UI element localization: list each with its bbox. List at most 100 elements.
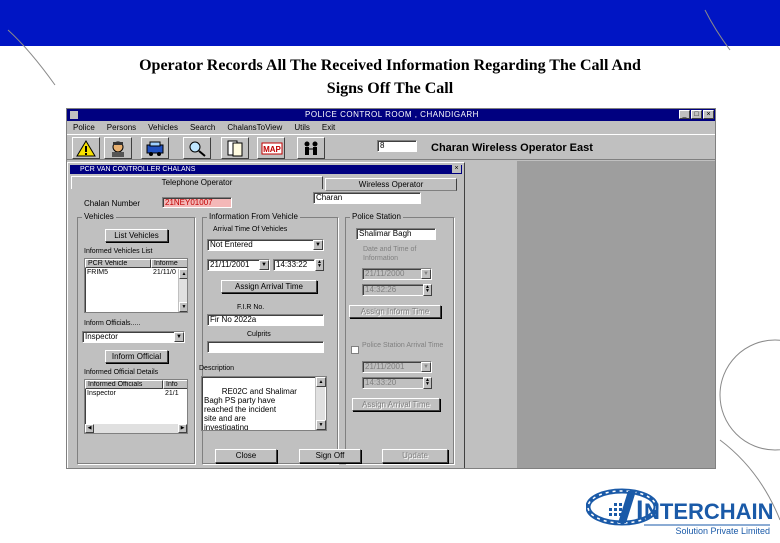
chevron-down-icon[interactable]: ▼ <box>421 362 431 372</box>
slide-title-line-2: Signs Off The Call <box>326 80 454 97</box>
culprits-label: Culprits <box>247 331 271 338</box>
scroll-right-icon[interactable]: ▶ <box>178 424 187 433</box>
arrival-time-label: Arrival Time Of Vehicles <box>213 226 288 233</box>
toolbar-search-button[interactable] <box>183 137 211 159</box>
inform-date-field[interactable]: 21/11/2000 ▼ <box>362 268 432 280</box>
form-title-bar: PCR VAN CONTROLLER CHALANS × <box>70 165 462 174</box>
logo-initial: I <box>636 495 644 525</box>
vehicles-group: Vehicles List Vehicles Informed Vehicles… <box>77 212 195 464</box>
toolbar-people-button[interactable] <box>297 137 325 159</box>
arrival-time-spinner[interactable]: ▲ ▼ <box>315 259 324 271</box>
description-textarea[interactable]: RE02C and Shalimar Bagh PS party have re… <box>201 376 327 431</box>
table-header-info[interactable]: Info <box>163 380 187 389</box>
official-select[interactable]: Inspector ▼ <box>82 331 185 343</box>
arrival-time-select-value: Not Entered <box>210 240 253 249</box>
window-title-bar: POLICE CONTROL ROOM , CHANDIGARH _ □ × <box>67 109 715 121</box>
officials-table-scrollbar[interactable]: ◀ ▶ <box>85 424 187 433</box>
slide-title: Operator Records All The Received Inform… <box>0 54 780 100</box>
police-station-field[interactable]: Shalimar Bagh <box>356 228 436 240</box>
table-header-informed[interactable]: Informe <box>151 259 187 268</box>
chalan-form-window: PCR VAN CONTROLLER CHALANS × Telephone O… <box>67 162 465 468</box>
update-button[interactable]: Update <box>382 449 448 463</box>
ps-arrival-date-field[interactable]: 21/11/2001 ▼ <box>362 361 432 373</box>
table-cell: 21/1 <box>165 390 179 397</box>
inform-officials-label: Inform Officials..... <box>84 320 141 327</box>
inform-date-value: 21/11/2000 <box>365 269 405 278</box>
toolbar-warning-button[interactable] <box>72 137 100 159</box>
table-header-informed-officials[interactable]: Informed Officials <box>85 380 163 389</box>
toolbar-documents-button[interactable] <box>221 137 249 159</box>
tab-telephone-operator[interactable]: Telephone Operator <box>71 176 323 189</box>
inform-official-button[interactable]: Inform Official <box>105 350 168 363</box>
map-icon: MAP <box>261 142 283 155</box>
menu-chalans-to-view[interactable]: ChalansToView <box>227 122 282 133</box>
ps-arrival-date-value: 21/11/2001 <box>365 362 405 371</box>
chevron-down-icon[interactable]: ▼ <box>259 260 269 270</box>
arrival-date-field[interactable]: 21/11/2001 ▼ <box>207 259 270 271</box>
minimize-button[interactable]: _ <box>679 110 690 119</box>
menu-bar: Police Persons Vehicles Search ChalansTo… <box>67 122 715 133</box>
toolbar-vehicle-button[interactable] <box>141 137 169 159</box>
ps-arrival-time-spinner[interactable]: ▲ ▼ <box>423 377 432 389</box>
scroll-up-icon[interactable]: ▲ <box>179 269 187 279</box>
fir-number-label: F.I.R No. <box>237 304 265 311</box>
documents-icon <box>227 140 243 157</box>
informed-vehicles-table[interactable]: PCR Vehicle Informe FRIM5 21/11/0 ▲ ▼ <box>84 258 188 313</box>
arrival-time-checkbox[interactable] <box>351 346 359 354</box>
toolbar-person-button[interactable] <box>104 137 132 159</box>
list-vehicles-button[interactable]: List Vehicles <box>105 229 168 242</box>
assign-arrival-time-button[interactable]: Assign Arrival Time <box>221 280 317 293</box>
scroll-left-icon[interactable]: ◀ <box>85 424 94 433</box>
wireless-operator-field[interactable]: Charan <box>313 192 421 204</box>
culprits-field[interactable] <box>207 341 324 353</box>
assign-ps-arrival-time-button[interactable]: Assign Arrival Time <box>352 398 440 411</box>
chalan-number-label: Chalan Number <box>84 199 141 208</box>
description-text: RE02C and Shalimar Bagh PS party have re… <box>204 387 297 431</box>
table-header-pcr-vehicle[interactable]: PCR Vehicle <box>85 259 151 268</box>
counter-field[interactable]: 8 <box>377 140 417 152</box>
assign-inform-time-button[interactable]: Assign Inform Time <box>349 305 441 318</box>
close-window-button[interactable]: × <box>703 110 714 119</box>
menu-persons[interactable]: Persons <box>107 122 136 133</box>
search-icon <box>189 141 206 157</box>
inform-time-spinner[interactable]: ▲ ▼ <box>423 284 432 296</box>
description-scrollbar[interactable]: ▲ ▼ <box>315 377 326 430</box>
menu-search[interactable]: Search <box>190 122 215 133</box>
tab-wireless-operator[interactable]: Wireless Operator <box>325 178 457 191</box>
inform-time-field[interactable]: 14:32:26 <box>362 284 424 296</box>
form-close-icon[interactable]: × <box>452 165 461 173</box>
menu-utils[interactable]: Utils <box>294 122 310 133</box>
form-title: PCR VAN CONTROLLER CHALANS <box>80 166 196 173</box>
menu-police[interactable]: Police <box>73 122 95 133</box>
app-screenshot: POLICE CONTROL ROOM , CHANDIGARH _ □ × P… <box>66 108 716 469</box>
vehicles-table-scrollbar[interactable]: ▲ ▼ <box>178 269 187 312</box>
menu-exit[interactable]: Exit <box>322 122 335 133</box>
chevron-down-icon[interactable]: ▼ <box>313 240 323 250</box>
people-icon <box>304 141 318 155</box>
menu-vehicles[interactable]: Vehicles <box>148 122 178 133</box>
sign-off-button[interactable]: Sign Off <box>299 449 361 463</box>
fir-number-field[interactable]: Fir No 2022a <box>207 314 324 326</box>
arrival-time-field[interactable]: 14:33:22 <box>273 259 315 271</box>
informed-officials-table[interactable]: Informed Officials Info Inspector 21/1 ◀… <box>84 379 188 434</box>
chalan-number-field[interactable]: 21NEY01007 <box>162 197 232 208</box>
toolbar-map-button[interactable]: MAP <box>257 137 285 159</box>
workspace-background <box>517 161 715 468</box>
scroll-up-icon[interactable]: ▲ <box>316 377 326 387</box>
scroll-down-icon[interactable]: ▼ <box>316 420 326 430</box>
chevron-down-icon[interactable]: ▼ <box>421 269 431 279</box>
close-button[interactable]: Close <box>215 449 277 463</box>
official-select-value: Inspector <box>85 332 118 341</box>
toolbar: MAP 8 <box>67 134 715 160</box>
operator-status: Charan Wireless Operator East <box>431 142 593 154</box>
arrival-time-select[interactable]: Not Entered ▼ <box>207 239 324 251</box>
vehicles-group-label: Vehicles <box>82 212 116 222</box>
maximize-button[interactable]: □ <box>691 110 702 119</box>
ps-arrival-time-field[interactable]: 14:33:20 <box>362 377 424 389</box>
slide-title-line-1: Operator Records All The Received Inform… <box>139 57 641 74</box>
scroll-down-icon[interactable]: ▼ <box>179 302 187 312</box>
information-from-vehicle-label: Information From Vehicle <box>207 212 300 222</box>
arrival-date-value: 21/11/2001 <box>210 260 250 269</box>
table-cell: 21/11/0 <box>153 269 176 276</box>
chevron-down-icon[interactable]: ▼ <box>174 332 184 342</box>
